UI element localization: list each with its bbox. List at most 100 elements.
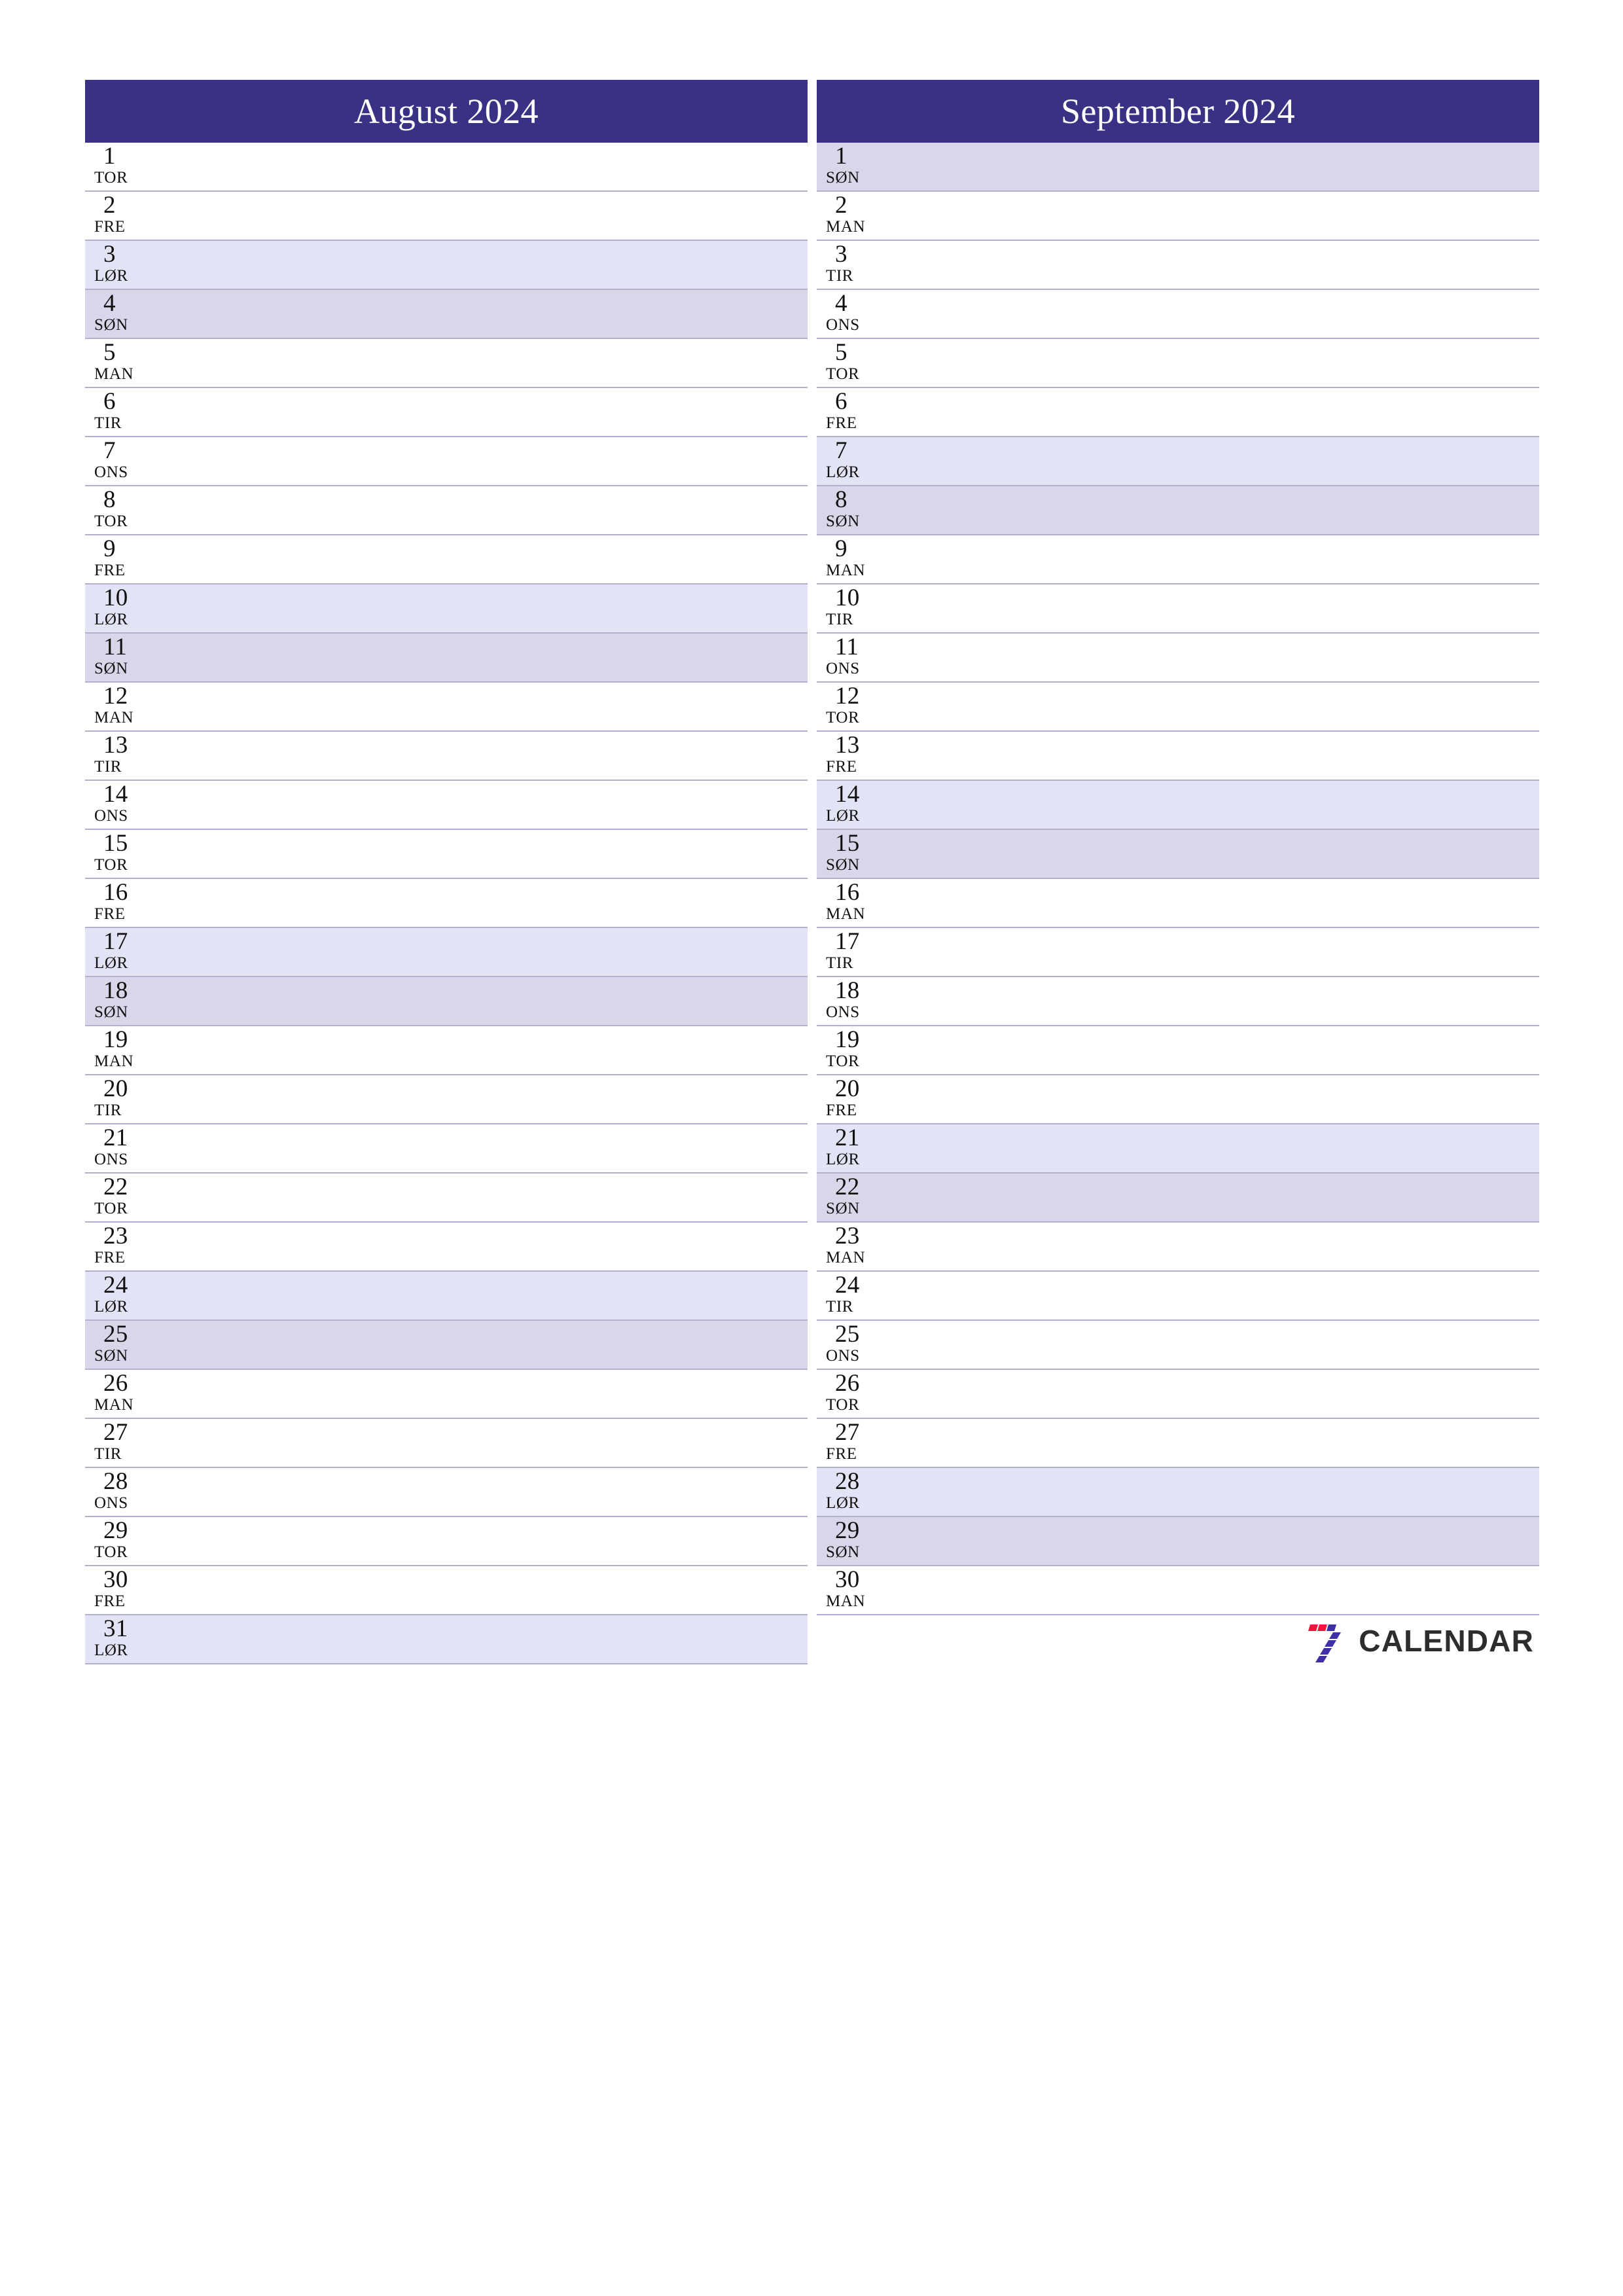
day-number: 21	[103, 1124, 128, 1151]
day-row[interactable]: 16 FRE	[85, 879, 808, 928]
day-number: 13	[835, 732, 860, 759]
day-row[interactable]: 18 ONS	[817, 977, 1539, 1026]
day-list-left: 1 TOR 2 FRE 3 LØR 4 SØN 5 MAN 6 TIR 7 ONS 8 TOR 9 FRE 10 LØ…	[85, 143, 808, 1664]
day-number: 23	[103, 1223, 128, 1249]
day-row[interactable]: 1 TOR	[85, 143, 808, 192]
day-number: 15	[835, 830, 860, 857]
day-number: 24	[835, 1272, 860, 1299]
day-row[interactable]: 25 ONS	[817, 1321, 1539, 1370]
day-row[interactable]: 6 FRE	[817, 388, 1539, 437]
day-row[interactable]: 26 TOR	[817, 1370, 1539, 1419]
day-number: 18	[835, 977, 860, 1004]
day-row[interactable]: 22 SØN	[817, 1174, 1539, 1223]
day-row[interactable]: 14 LØR	[817, 781, 1539, 830]
day-row[interactable]: 29 SØN	[817, 1517, 1539, 1566]
day-row[interactable]: 11 ONS	[817, 634, 1539, 683]
day-row[interactable]: 26 MAN	[85, 1370, 808, 1419]
day-row[interactable]: 19 TOR	[817, 1026, 1539, 1075]
day-row[interactable]: 30 MAN	[817, 1566, 1539, 1615]
day-row[interactable]: 3 TIR	[817, 241, 1539, 290]
day-row[interactable]: 8 SØN	[817, 486, 1539, 535]
day-row[interactable]: 29 TOR	[85, 1517, 808, 1566]
day-weekday-abbr: SØN	[826, 512, 860, 530]
day-weekday-abbr: LØR	[94, 1641, 128, 1659]
day-row[interactable]: 15 TOR	[85, 830, 808, 879]
day-weekday-abbr: ONS	[94, 807, 128, 825]
day-row[interactable]: 9 FRE	[85, 535, 808, 584]
day-weekday-abbr: ONS	[826, 1003, 860, 1021]
day-row[interactable]: 21 LØR	[817, 1124, 1539, 1174]
day-number: 3	[103, 241, 116, 268]
day-row[interactable]: 27 TIR	[85, 1419, 808, 1468]
day-row[interactable]: 11 SØN	[85, 634, 808, 683]
day-number: 8	[103, 486, 116, 513]
day-weekday-abbr: TIR	[826, 611, 854, 628]
day-row[interactable]: 12 MAN	[85, 683, 808, 732]
day-row[interactable]: 17 LØR	[85, 928, 808, 977]
month-column-right: September 2024 1 SØN 2 MAN 3 TIR 4 ONS 5 TOR 6 FRE 7…	[817, 80, 1539, 1666]
day-row[interactable]: 24 LØR	[85, 1272, 808, 1321]
day-row[interactable]: 13 FRE	[817, 732, 1539, 781]
day-number: 30	[835, 1566, 860, 1593]
day-row[interactable]: 19 MAN	[85, 1026, 808, 1075]
day-row[interactable]: 14 ONS	[85, 781, 808, 830]
day-weekday-abbr: TOR	[826, 1396, 860, 1414]
day-row[interactable]: 28 LØR	[817, 1468, 1539, 1517]
day-row[interactable]: 6 TIR	[85, 388, 808, 437]
day-row[interactable]: 8 TOR	[85, 486, 808, 535]
day-number: 26	[103, 1370, 128, 1397]
day-weekday-abbr: LØR	[826, 1494, 860, 1512]
two-month-planner: August 2024 1 TOR 2 FRE 3 LØR 4 SØN 5 MAN 6 TIR 7 ONS…	[85, 80, 1539, 1666]
day-number: 7	[103, 437, 116, 464]
day-row[interactable]: 23 FRE	[85, 1223, 808, 1272]
day-number: 29	[835, 1517, 860, 1544]
day-row[interactable]: 20 TIR	[85, 1075, 808, 1124]
day-row[interactable]: 7 ONS	[85, 437, 808, 486]
day-row[interactable]: 30 FRE	[85, 1566, 808, 1615]
day-row[interactable]: 18 SØN	[85, 977, 808, 1026]
day-row[interactable]: 12 TOR	[817, 683, 1539, 732]
day-row[interactable]: 27 FRE	[817, 1419, 1539, 1468]
day-row[interactable]: 15 SØN	[817, 830, 1539, 879]
day-number: 15	[103, 830, 128, 857]
day-row[interactable]: 17 TIR	[817, 928, 1539, 977]
day-row[interactable]: 10 TIR	[817, 584, 1539, 634]
day-weekday-abbr: LØR	[94, 267, 128, 285]
calendar-page: August 2024 1 TOR 2 FRE 3 LØR 4 SØN 5 MAN 6 TIR 7 ONS…	[0, 0, 1623, 2296]
day-row[interactable]: 7 LØR	[817, 437, 1539, 486]
day-number: 25	[103, 1321, 128, 1348]
day-row[interactable]: 3 LØR	[85, 241, 808, 290]
day-number: 13	[103, 732, 128, 759]
day-row[interactable]: 1 SØN	[817, 143, 1539, 192]
day-number: 2	[103, 192, 116, 219]
day-row[interactable]: 24 TIR	[817, 1272, 1539, 1321]
day-row[interactable]: 16 MAN	[817, 879, 1539, 928]
day-weekday-abbr: FRE	[94, 1592, 126, 1610]
day-row[interactable]: 4 SØN	[85, 290, 808, 339]
day-weekday-abbr: SØN	[94, 660, 128, 677]
seven-logo-icon	[1301, 1617, 1349, 1665]
day-row[interactable]: 21 ONS	[85, 1124, 808, 1174]
day-row[interactable]: 5 MAN	[85, 339, 808, 388]
brand-lockup: CALENDAR	[1301, 1617, 1534, 1665]
day-weekday-abbr: ONS	[94, 463, 128, 481]
day-row[interactable]: 10 LØR	[85, 584, 808, 634]
day-weekday-abbr: SØN	[94, 316, 128, 334]
day-row[interactable]: 13 TIR	[85, 732, 808, 781]
day-weekday-abbr: TIR	[94, 1102, 122, 1119]
day-row[interactable]: 22 TOR	[85, 1174, 808, 1223]
day-row[interactable]: 2 FRE	[85, 192, 808, 241]
day-number: 22	[835, 1174, 860, 1200]
day-row[interactable]: 31 LØR	[85, 1615, 808, 1664]
day-row[interactable]: 2 MAN	[817, 192, 1539, 241]
day-row[interactable]: 25 SØN	[85, 1321, 808, 1370]
day-row[interactable]: 28 ONS	[85, 1468, 808, 1517]
day-weekday-abbr: TIR	[826, 267, 854, 285]
day-row[interactable]: 4 ONS	[817, 290, 1539, 339]
day-row[interactable]: 20 FRE	[817, 1075, 1539, 1124]
day-row[interactable]: 9 MAN	[817, 535, 1539, 584]
day-row[interactable]: 5 TOR	[817, 339, 1539, 388]
day-number: 8	[835, 486, 847, 513]
day-row[interactable]: 23 MAN	[817, 1223, 1539, 1272]
day-weekday-abbr: LØR	[94, 1298, 128, 1316]
